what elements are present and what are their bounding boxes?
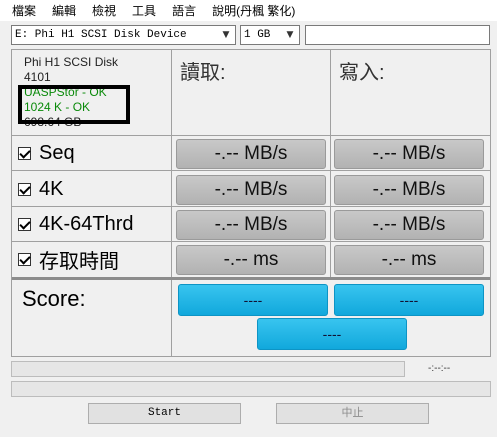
comment-input[interactable]	[305, 25, 490, 45]
score-read: ----	[178, 284, 328, 316]
row-seq[interactable]: Seq	[18, 138, 75, 168]
seq-read-result: -.-- MB/s	[176, 139, 326, 169]
row-4k-64thrd[interactable]: 4K-64Thrd	[18, 209, 134, 239]
write-column-header: 寫入:	[339, 62, 385, 84]
4k-label: 4K	[39, 177, 64, 200]
test-progress-bar	[11, 361, 405, 377]
grid-divider	[12, 206, 490, 207]
4k-checkbox[interactable]	[18, 182, 31, 196]
4k-write-result: -.-- MB/s	[334, 175, 484, 205]
grid-divider	[12, 170, 490, 171]
stop-button[interactable]: 中止	[276, 403, 429, 424]
access-time-label: 存取時間	[39, 250, 119, 273]
access-time-write-result: -.-- ms	[334, 245, 484, 275]
seq-label: Seq	[39, 141, 75, 164]
score-write: ----	[334, 284, 484, 316]
seq-checkbox[interactable]	[18, 146, 31, 160]
menu-language[interactable]: 語言	[164, 0, 204, 22]
results-grid: Phi H1 SCSI Disk 4101 UASPStor - OK 1024…	[11, 49, 491, 357]
access-time-read-result: -.-- ms	[176, 245, 326, 275]
as-ssd-benchmark-window: 檔案 編輯 檢視 工具 語言 說明(丹楓 繁化) E: Phi H1 SCSI …	[0, 0, 497, 437]
elapsed-time: -:--:--	[428, 363, 451, 374]
4k-read-result: -.-- MB/s	[176, 175, 326, 205]
row-access-time[interactable]: 存取時間	[18, 244, 119, 274]
test-size-value: 1 GB	[244, 29, 271, 41]
overall-progress-bar	[11, 381, 491, 397]
drive-select-value: E: Phi H1 SCSI Disk Device	[15, 29, 187, 41]
grid-divider	[330, 50, 331, 280]
chevron-down-icon: ▼	[222, 30, 230, 40]
read-column-header: 讀取:	[180, 62, 226, 84]
menu-file[interactable]: 檔案	[0, 0, 44, 22]
grid-divider	[12, 135, 490, 136]
row-4k[interactable]: 4K	[18, 174, 63, 204]
4k-64thrd-checkbox[interactable]	[18, 217, 31, 231]
4k-64thrd-write-result: -.-- MB/s	[334, 210, 484, 240]
firmware-version: 4101	[24, 70, 51, 84]
drive-model: Phi H1 SCSI Disk	[24, 55, 119, 69]
menu-view[interactable]: 檢視	[84, 0, 124, 22]
menu-bar: 檔案 編輯 檢視 工具 語言 說明(丹楓 繁化)	[0, 0, 497, 22]
chevron-down-icon: ▼	[286, 30, 294, 40]
menu-help[interactable]: 說明(丹楓 繁化)	[204, 0, 303, 22]
grid-divider	[12, 277, 490, 280]
annotation-highlight-box	[18, 85, 130, 124]
access-time-checkbox[interactable]	[18, 252, 31, 266]
grid-divider	[12, 241, 490, 242]
test-size-select[interactable]: 1 GB ▼	[240, 25, 300, 45]
seq-write-result: -.-- MB/s	[334, 139, 484, 169]
start-button[interactable]: Start	[88, 403, 241, 424]
menu-tools[interactable]: 工具	[124, 0, 164, 22]
grid-divider	[171, 135, 172, 356]
4k-64thrd-label: 4K-64Thrd	[39, 212, 134, 235]
menu-edit[interactable]: 編輯	[44, 0, 84, 22]
drive-select[interactable]: E: Phi H1 SCSI Disk Device ▼	[11, 25, 236, 45]
score-total: ----	[257, 318, 407, 350]
score-label: Score:	[22, 286, 86, 311]
4k-64thrd-read-result: -.-- MB/s	[176, 210, 326, 240]
